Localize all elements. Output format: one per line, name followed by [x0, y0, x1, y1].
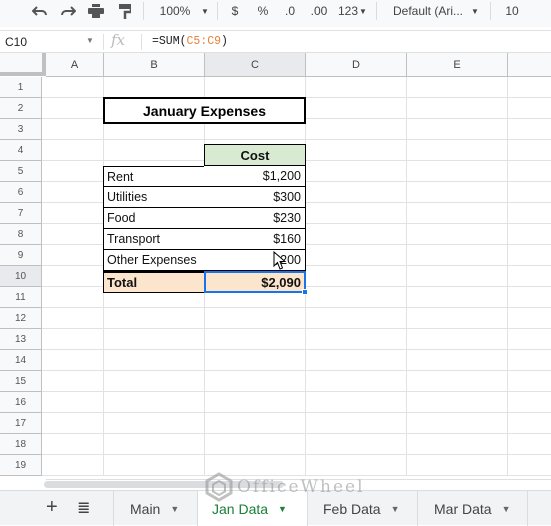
column-header-e[interactable]: E [407, 53, 508, 77]
all-sheets-button[interactable]: ≣ [77, 498, 90, 518]
row-header-13[interactable]: 13 [0, 329, 42, 350]
total-value-cell[interactable]: $2,090 [204, 271, 306, 293]
more-formats-caret-icon: ▼ [359, 6, 367, 16]
row-header-11[interactable]: 11 [0, 287, 42, 308]
gridline-row [42, 349, 551, 350]
font-caret-icon[interactable]: ▼ [470, 0, 480, 22]
name-box-caret-icon[interactable]: ▼ [86, 36, 94, 45]
expense-cost-cell[interactable]: $200 [204, 250, 306, 271]
select-all-corner[interactable] [0, 53, 46, 76]
zoom-caret-icon[interactable]: ▼ [200, 0, 210, 22]
gridline-column [507, 77, 508, 476]
row-header-17[interactable]: 17 [0, 413, 42, 434]
tab-label: Feb Data [323, 500, 381, 517]
watermark-text: OfficeWheel [237, 477, 365, 497]
expense-cost-cell[interactable]: $300 [204, 187, 306, 208]
currency-button[interactable]: $ [228, 0, 242, 22]
expense-label-cell[interactable]: Other Expenses [103, 250, 205, 271]
formula-suffix: ) [221, 35, 228, 48]
fill-handle[interactable] [302, 289, 308, 295]
row-header-3[interactable]: 3 [0, 119, 42, 140]
expense-label-cell[interactable]: Food [103, 208, 205, 229]
decrease-decimal-button[interactable]: .0 [282, 0, 298, 22]
tab-caret-icon[interactable]: ▼ [391, 504, 400, 514]
expense-label-cell[interactable]: Transport [103, 229, 205, 250]
gridline-row [42, 454, 551, 455]
tab-label: Jan Data [212, 500, 269, 517]
expense-cost-cell[interactable]: $160 [204, 229, 306, 250]
percent-button[interactable]: % [256, 0, 270, 22]
row-header-16[interactable]: 16 [0, 392, 42, 413]
expense-cost-cell[interactable]: $230 [204, 208, 306, 229]
total-label-cell[interactable]: Total [103, 271, 205, 293]
column-header-f[interactable] [508, 53, 551, 77]
font-select[interactable]: Default (Ari... [392, 0, 464, 22]
gridline-row [42, 412, 551, 413]
tab-label: Main [130, 500, 161, 517]
paint-format-icon[interactable] [116, 0, 134, 22]
add-sheet-button[interactable]: + [46, 496, 58, 519]
row-header-9[interactable]: 9 [0, 245, 42, 266]
row-header-18[interactable]: 18 [0, 434, 42, 455]
increase-decimal-button[interactable]: .00 [308, 0, 330, 22]
row-header-12[interactable]: 12 [0, 308, 42, 329]
name-box[interactable]: C10 [5, 35, 27, 49]
toolbar: 100% ▼ $ % .0 .00 123 ▼ Default (Ari... … [0, 0, 551, 27]
formula-bar: C10 ▼ fx =SUM(C5:C9) [0, 30, 551, 53]
zoom-select[interactable]: 100% [155, 0, 195, 22]
tab-main[interactable]: Main ▼ [113, 491, 198, 526]
row-header-5[interactable]: 5 [0, 161, 42, 182]
redo-icon[interactable] [58, 0, 78, 22]
print-icon[interactable] [86, 0, 106, 22]
row-header-4[interactable]: 4 [0, 140, 42, 161]
row-header-10[interactable]: 10 [0, 266, 42, 287]
row-header-19[interactable]: 19 [0, 455, 42, 476]
column-header-c[interactable]: C [205, 53, 306, 77]
gridline-row [42, 139, 551, 140]
officewheel-logo-icon [205, 472, 233, 502]
watermark: OfficeWheel [205, 472, 365, 502]
gridline-row [42, 307, 551, 308]
tab-mar-data[interactable]: Mar Data ▼ [418, 491, 528, 526]
formula-range: C5:C9 [186, 35, 222, 48]
fx-icon: fx [111, 31, 126, 49]
expense-label-cell[interactable]: Utilities [103, 187, 205, 208]
expense-label-cell[interactable]: Rent [103, 166, 205, 187]
mouse-cursor-icon [273, 251, 287, 270]
column-header-b[interactable]: B [104, 53, 205, 77]
font-size-select[interactable]: 10 [503, 0, 521, 22]
more-formats-button[interactable]: 123 [336, 0, 360, 22]
column-header-a[interactable]: A [46, 53, 104, 77]
row-header-2[interactable]: 2 [0, 98, 42, 119]
gridline-row [42, 433, 551, 434]
sheet-title-cell[interactable]: January Expenses [103, 97, 306, 124]
column-header-d[interactable]: D [306, 53, 407, 77]
gridline-column [406, 77, 407, 476]
undo-icon[interactable] [30, 0, 50, 22]
formula-prefix: =SUM( [152, 35, 187, 48]
tab-label: Mar Data [434, 500, 492, 517]
gridline-row [42, 370, 551, 371]
row-header-6[interactable]: 6 [0, 182, 42, 203]
cost-header-cell[interactable]: Cost [204, 144, 306, 166]
tab-caret-icon[interactable]: ▼ [502, 504, 511, 514]
gridline-row [42, 391, 551, 392]
row-header-15[interactable]: 15 [0, 371, 42, 392]
expense-cost-cell[interactable]: $1,200 [204, 166, 306, 187]
tab-caret-icon[interactable]: ▼ [170, 504, 179, 514]
gridline-row [42, 328, 551, 329]
formula-input[interactable]: =SUM(C5:C9) [152, 35, 228, 48]
tab-caret-icon[interactable]: ▼ [278, 504, 287, 514]
row-header-7[interactable]: 7 [0, 203, 42, 224]
row-header-8[interactable]: 8 [0, 224, 42, 245]
row-header-1[interactable]: 1 [0, 77, 42, 98]
row-header-14[interactable]: 14 [0, 350, 42, 371]
